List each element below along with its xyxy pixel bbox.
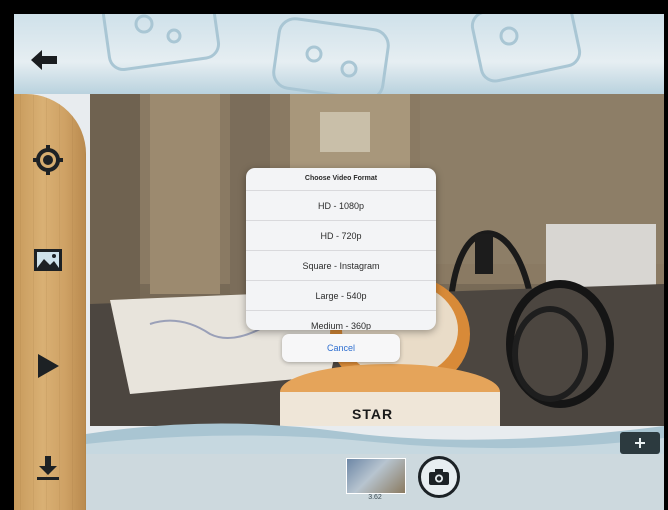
option-hd-1080p[interactable]: HD - 1080p	[246, 190, 436, 221]
back-button[interactable]	[28, 44, 60, 76]
doodle-decoration	[101, 14, 582, 94]
settings-button[interactable]	[30, 142, 66, 178]
bottom-wave-decoration	[86, 423, 664, 454]
cancel-button[interactable]: Cancel	[282, 334, 400, 362]
video-thumbnail[interactable]	[346, 458, 406, 494]
record-button[interactable]	[418, 456, 460, 498]
thumbnail-caption: 3.62	[368, 494, 382, 501]
gear-icon	[33, 145, 63, 175]
app-frame: STAR 3.62 Choose Video Format HD - 1080p…	[14, 14, 664, 510]
option-medium-360p[interactable]: Medium - 360p	[246, 310, 436, 330]
option-square-instagram[interactable]: Square - Instagram	[246, 250, 436, 281]
camera-icon	[429, 469, 449, 485]
video-format-dialog: Choose Video Format HD - 1080p HD - 720p…	[246, 168, 436, 330]
download-button[interactable]	[30, 450, 66, 486]
add-button[interactable]	[620, 432, 660, 454]
back-arrow-icon	[31, 50, 57, 70]
app-window: STAR 3.62 Choose Video Format HD - 1080p…	[14, 14, 664, 510]
plus-icon	[635, 438, 645, 448]
play-button[interactable]	[30, 348, 66, 384]
download-icon	[37, 456, 59, 480]
background-image-button[interactable]	[30, 242, 66, 278]
option-hd-720p[interactable]: HD - 720p	[246, 220, 436, 251]
dialog-title: Choose Video Format	[304, 175, 378, 182]
option-large-540p[interactable]: Large - 540p	[246, 280, 436, 311]
play-icon	[38, 354, 59, 378]
header-background	[14, 14, 664, 94]
landscape-image-icon	[34, 249, 62, 271]
